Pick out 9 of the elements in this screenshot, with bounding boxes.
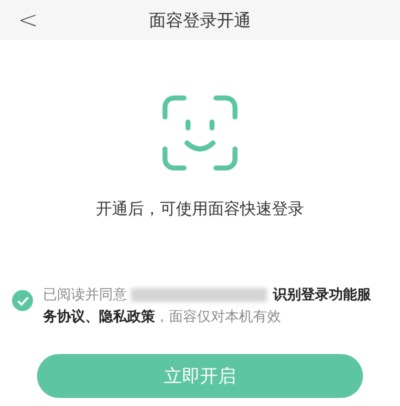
face-scan-icon <box>162 95 238 171</box>
agreement-text: 已阅读并同意 <box>43 286 127 305</box>
page-title: 面容登录开通 <box>149 10 251 32</box>
check-icon <box>16 296 28 306</box>
back-button[interactable]: < <box>14 6 42 34</box>
agreement-text: 务协议、隐私政策，面容仅对本机有效 <box>43 308 281 327</box>
agree-checkbox[interactable] <box>12 290 33 311</box>
agreement-text: 识别登录功能服 <box>273 286 371 305</box>
hint-text: 开通后，可使用面容快速登录 <box>95 199 305 220</box>
